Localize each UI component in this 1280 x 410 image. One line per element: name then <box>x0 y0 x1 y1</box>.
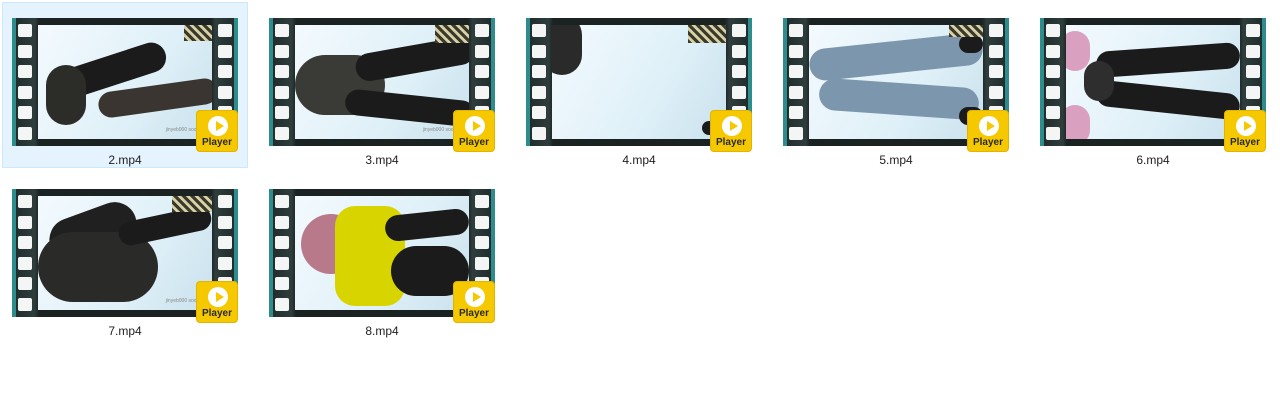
file-item[interactable]: Player 5.mp4 <box>773 2 1019 168</box>
player-label: Player <box>201 308 233 319</box>
player-badge: Player <box>453 110 495 152</box>
video-thumbnail: Player <box>526 18 752 152</box>
video-thumbnail: jinyeb000 sooiddu Player <box>12 189 238 323</box>
file-item[interactable]: jinyeb000 sooiddu Player 3.mp4 <box>259 2 505 168</box>
file-name[interactable]: 6.mp4 <box>1031 153 1275 167</box>
player-label: Player <box>201 137 233 148</box>
player-badge: Player <box>710 110 752 152</box>
file-name[interactable]: 7.mp4 <box>3 324 247 338</box>
video-frame <box>1066 25 1240 139</box>
video-frame <box>295 196 469 310</box>
file-name[interactable]: 8.mp4 <box>260 324 504 338</box>
video-frame <box>809 25 983 139</box>
player-badge: Player <box>453 281 495 323</box>
player-label: Player <box>972 137 1004 148</box>
video-thumbnail: Player <box>1040 18 1266 152</box>
file-name[interactable]: 3.mp4 <box>260 153 504 167</box>
video-thumbnail: jinyeb000 sooiddu Player <box>269 18 495 152</box>
file-item[interactable]: jinyeb000 sooiddu Player 2.mp4 <box>2 2 248 168</box>
player-badge: Player <box>1224 110 1266 152</box>
file-item[interactable]: Player 6.mp4 <box>1030 2 1276 168</box>
file-name[interactable]: 2.mp4 <box>3 153 247 167</box>
video-thumbnail: Player <box>269 189 495 323</box>
player-badge: Player <box>196 281 238 323</box>
file-item[interactable]: Player 4.mp4 <box>516 2 762 168</box>
video-frame: jinyeb000 sooiddu <box>38 196 212 310</box>
player-label: Player <box>1229 137 1261 148</box>
file-name[interactable]: 5.mp4 <box>774 153 1018 167</box>
file-view: jinyeb000 sooiddu Player 2.mp4 jinyeb000… <box>0 0 1280 410</box>
file-item[interactable]: Player 8.mp4 <box>259 173 505 339</box>
player-badge: Player <box>967 110 1009 152</box>
player-label: Player <box>458 308 490 319</box>
player-badge: Player <box>196 110 238 152</box>
video-frame: jinyeb000 sooiddu <box>38 25 212 139</box>
video-thumbnail: jinyeb000 sooiddu Player <box>12 18 238 152</box>
video-frame <box>552 25 726 139</box>
video-frame: jinyeb000 sooiddu <box>295 25 469 139</box>
file-item[interactable]: jinyeb000 sooiddu Player 7.mp4 <box>2 173 248 339</box>
player-label: Player <box>715 137 747 148</box>
video-thumbnail: Player <box>783 18 1009 152</box>
player-label: Player <box>458 137 490 148</box>
file-name[interactable]: 4.mp4 <box>517 153 761 167</box>
